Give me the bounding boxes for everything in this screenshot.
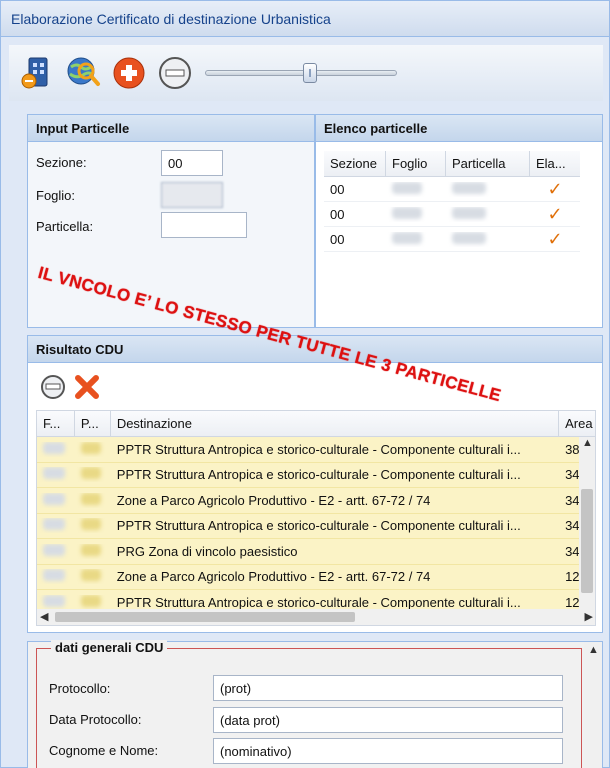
cell-foglio-redacted [392, 231, 422, 244]
cell-destinazione: PRG Zona di vincolo paesistico [116, 543, 298, 559]
scroll-up-icon[interactable]: ▲ [588, 644, 599, 656]
cell-destinazione: PPTR Struttura Antropica e storico-cultu… [116, 441, 521, 457]
elenco-particelle-title: Elenco particelle [316, 115, 602, 142]
zoom-slider[interactable] [205, 63, 397, 83]
input-particelle-panel: Input Particelle Sezione: 00 Foglio: Par… [27, 114, 315, 328]
building-icon[interactable] [19, 55, 55, 91]
globe-search-icon[interactable] [65, 55, 101, 91]
cell-destinazione: PPTR Struttura Antropica e storico-cultu… [116, 467, 521, 483]
col-foglio[interactable]: F... [37, 411, 75, 436]
add-icon[interactable] [111, 55, 147, 91]
protocollo-label: Protocollo: [49, 681, 111, 696]
cell-particella-redacted [80, 441, 101, 454]
cell-particella-redacted [80, 594, 101, 607]
foglio-label: Foglio: [36, 188, 76, 203]
cell-destinazione: PPTR Struttura Antropica e storico-cultu… [116, 594, 521, 610]
check-icon: ✓ [547, 228, 563, 249]
cell-particella-redacted [80, 492, 101, 505]
table-row[interactable]: PPTR Struttura Antropica e storico-cultu… [37, 437, 595, 463]
dati-scrollbar[interactable]: ▲ [584, 642, 602, 768]
table-row[interactable]: 00 ✓ [324, 202, 580, 227]
dati-generali-fieldset: dati generali CDU Protocollo: (prot) Dat… [36, 640, 582, 768]
table-row[interactable]: PRG Zona di vincolo paesistico 34 [37, 539, 595, 565]
cognome-nome-field[interactable]: (nominativo) [213, 738, 563, 764]
col-sezione[interactable]: Sezione [324, 151, 386, 176]
cell-particella-redacted [80, 543, 101, 556]
table-row[interactable]: PPTR Struttura Antropica e storico-cultu… [37, 513, 595, 539]
foglio-field[interactable] [161, 182, 223, 208]
check-icon: ✓ [547, 178, 563, 199]
risultato-cdu-panel: Risultato CDU F... P... Destinazione Are… [27, 335, 603, 633]
elenco-grid-header: Sezione Foglio Particella Ela... [324, 151, 580, 177]
col-particella[interactable]: Particella [446, 151, 530, 176]
zoom-slider-thumb[interactable] [303, 63, 317, 83]
main-toolbar [9, 45, 603, 101]
particella-label: Particella: [36, 219, 94, 234]
scroll-left-icon[interactable]: ◀ [40, 610, 48, 623]
col-area[interactable]: Area [559, 411, 595, 436]
cell-destinazione: Zone a Parco Agricolo Produttivo - E2 - … [116, 569, 431, 585]
sezione-label: Sezione: [36, 155, 87, 170]
cell-sezione: 00 [330, 231, 345, 247]
cell-particella-redacted [80, 569, 101, 582]
vertical-scrollbar[interactable]: ▲ [579, 437, 595, 611]
check-icon: ✓ [547, 203, 563, 224]
horizontal-scrollbar[interactable]: ◀ ▶ [37, 609, 595, 625]
cell-destinazione: PPTR Struttura Antropica e storico-cultu… [116, 518, 521, 534]
cell-particella-redacted [80, 518, 101, 531]
cell-particella-redacted [80, 467, 101, 480]
cell-foglio-redacted [43, 492, 65, 505]
sezione-field[interactable]: 00 [161, 150, 223, 176]
cell-foglio-redacted [43, 594, 65, 607]
cell-foglio-redacted [43, 569, 65, 582]
cell-foglio-redacted [43, 441, 65, 454]
elenco-grid: Sezione Foglio Particella Ela... 00 ✓ 00… [324, 151, 580, 252]
cell-foglio-redacted [392, 181, 422, 194]
cell-particella-redacted [452, 206, 486, 219]
cell-foglio-redacted [43, 467, 65, 480]
data-protocollo-field[interactable]: (data prot) [213, 707, 563, 733]
data-protocollo-label: Data Protocollo: [49, 712, 142, 727]
dati-generali-panel: dati generali CDU Protocollo: (prot) Dat… [27, 640, 603, 768]
table-row[interactable]: PPTR Struttura Antropica e storico-cultu… [37, 462, 595, 488]
cell-sezione: 00 [330, 181, 345, 197]
table-row[interactable]: 00 ✓ [324, 177, 580, 202]
cell-particella-redacted [452, 231, 486, 244]
risultato-rows: PPTR Struttura Antropica e storico-cultu… [37, 437, 595, 616]
elenco-particelle-panel: Elenco particelle Sezione Foglio Partice… [315, 114, 603, 328]
cognome-nome-label: Cognome e Nome: [49, 743, 159, 758]
cell-foglio-redacted [392, 206, 422, 219]
particella-field[interactable] [161, 212, 247, 238]
protocollo-field[interactable]: (prot) [213, 675, 563, 701]
cell-sezione: 00 [330, 206, 345, 222]
col-destinazione[interactable]: Destinazione [111, 411, 560, 436]
cdu-window: Elaborazione Certificato di destinazione… [0, 0, 610, 768]
cell-foglio-redacted [43, 518, 65, 531]
col-elaborato[interactable]: Ela... [530, 151, 580, 176]
horizontal-scroll-thumb[interactable] [55, 612, 355, 622]
table-row[interactable]: Zone a Parco Agricolo Produttivo - E2 - … [37, 488, 595, 514]
col-foglio[interactable]: Foglio [386, 151, 446, 176]
table-row[interactable]: Zone a Parco Agricolo Produttivo - E2 - … [37, 564, 595, 590]
scroll-up-icon[interactable]: ▲ [582, 437, 593, 449]
risultato-grid: F... P... Destinazione Area PPTR Struttu… [36, 410, 596, 626]
cell-particella-redacted [452, 181, 486, 194]
scroll-right-icon[interactable]: ▶ [585, 610, 593, 623]
zoom-slider-track [205, 70, 397, 76]
cell-destinazione: Zone a Parco Agricolo Produttivo - E2 - … [116, 492, 431, 508]
risultato-grid-header: F... P... Destinazione Area [37, 411, 595, 437]
vertical-scroll-thumb[interactable] [581, 489, 593, 593]
input-particelle-title: Input Particelle [28, 115, 314, 142]
table-row[interactable]: 00 ✓ [324, 227, 580, 252]
remove-icon[interactable] [40, 374, 66, 403]
window-title: Elaborazione Certificato di destinazione… [1, 1, 609, 37]
dati-generali-legend: dati generali CDU [51, 640, 168, 655]
col-particella[interactable]: P... [75, 411, 111, 436]
delete-icon[interactable] [74, 374, 100, 403]
cell-foglio-redacted [43, 543, 65, 556]
remove-icon[interactable] [157, 55, 193, 91]
